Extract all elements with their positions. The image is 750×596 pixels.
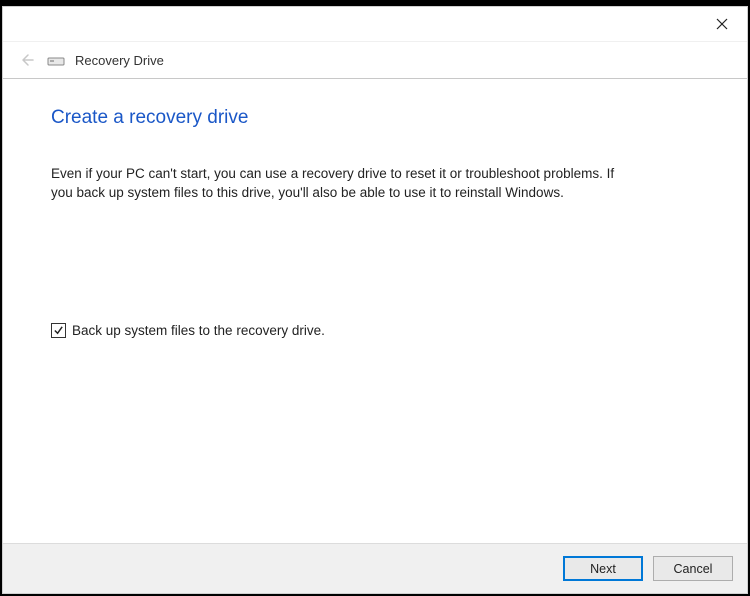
next-button[interactable]: Next [563,556,643,581]
content-area: Create a recovery drive Even if your PC … [3,79,747,543]
page-title: Create a recovery drive [51,107,699,129]
checkmark-icon [53,325,64,336]
wizard-window: Recovery Drive Create a recovery drive E… [2,6,748,594]
titlebar [3,7,747,41]
wizard-name: Recovery Drive [75,53,164,68]
footer: Next Cancel [3,543,747,593]
back-button[interactable] [15,49,37,71]
close-icon [716,18,728,30]
header-bar: Recovery Drive [3,41,747,79]
close-button[interactable] [705,10,739,38]
cancel-button[interactable]: Cancel [653,556,733,581]
back-arrow-icon [18,52,34,68]
drive-icon [47,53,65,67]
backup-checkbox-row: Back up system files to the recovery dri… [51,323,699,338]
backup-checkbox-label: Back up system files to the recovery dri… [72,323,325,338]
backup-checkbox[interactable] [51,323,66,338]
page-description: Even if your PC can't start, you can use… [51,165,631,203]
